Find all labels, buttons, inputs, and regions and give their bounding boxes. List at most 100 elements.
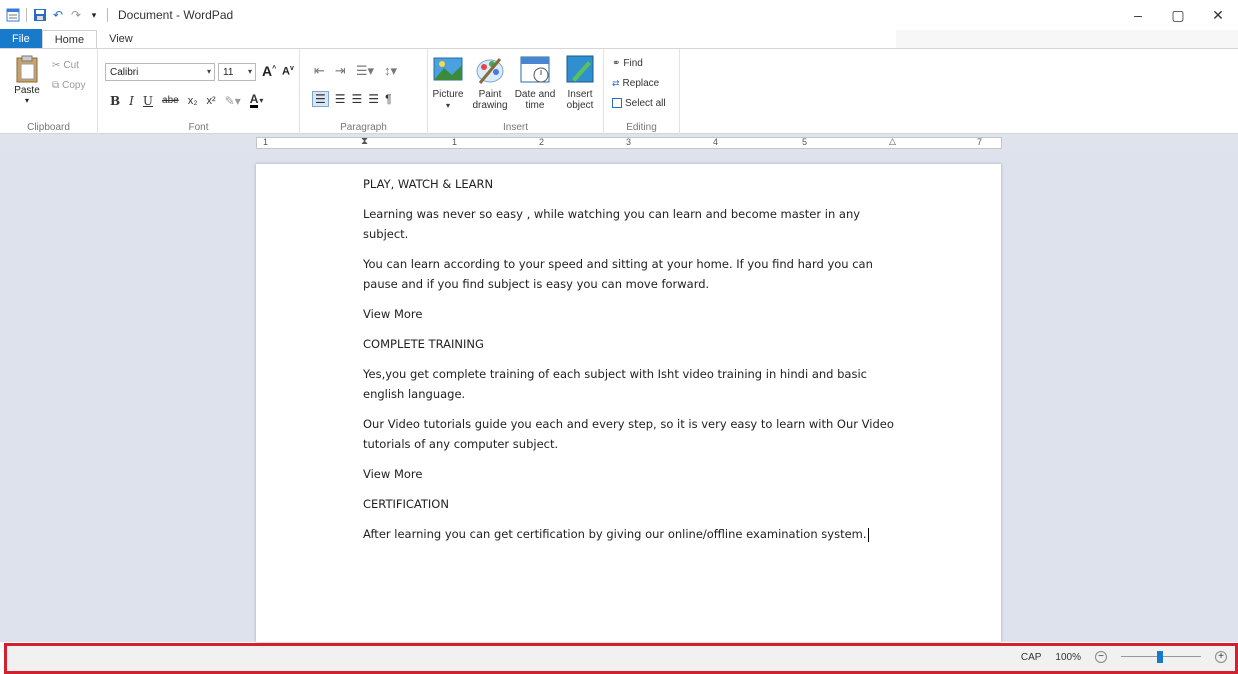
zoom-slider-thumb[interactable] xyxy=(1157,651,1163,663)
doc-last-paragraph: After learning you can get certification… xyxy=(363,524,903,544)
ruler-number: 5 xyxy=(802,137,808,147)
paragraph-row-1: ⇤ ⇥ ☰▾ ↕▾ xyxy=(314,63,397,79)
document-area: PLAY, WATCH & LEARN Learning was never s… xyxy=(0,152,1238,642)
find-button[interactable]: ⚭ Find xyxy=(612,55,643,71)
select-all-icon xyxy=(612,98,622,108)
zoom-out-button[interactable]: − xyxy=(1095,651,1107,663)
font-family-value: Calibri xyxy=(110,66,139,78)
paragraph-settings-icon[interactable]: ¶ xyxy=(385,92,391,106)
justify-icon[interactable]: ☰ xyxy=(368,92,379,106)
document-page[interactable]: PLAY, WATCH & LEARN Learning was never s… xyxy=(256,164,1001,642)
paste-dropdown-icon[interactable]: ▾ xyxy=(25,96,29,105)
decrease-indent-icon[interactable]: ⇤ xyxy=(314,63,325,79)
replace-button[interactable]: ⇄ Replace xyxy=(612,75,659,91)
align-center-icon[interactable]: ☰ xyxy=(335,92,346,106)
line-spacing-icon[interactable]: ↕▾ xyxy=(384,63,397,79)
font-group: Calibri ▾ 11 ▾ A^ Av B I U abe x₂ x² ✎▾ … xyxy=(98,49,300,135)
doc-paragraph: Our Video tutorials guide you each and e… xyxy=(363,417,894,451)
shrink-font-icon: A xyxy=(282,65,290,78)
doc-paragraph: PLAY, WATCH & LEARN xyxy=(363,177,494,191)
grow-font-button[interactable]: A^ xyxy=(262,63,276,79)
chevron-down-icon: ▾ xyxy=(445,101,450,110)
redo-icon[interactable]: ↷ xyxy=(69,8,83,22)
paragraph-group-label: Paragraph xyxy=(340,122,387,133)
text-color-icon[interactable]: A xyxy=(249,93,259,108)
app-icon[interactable] xyxy=(6,8,20,22)
insert-object-button[interactable]: Insert object xyxy=(560,53,600,111)
undo-icon[interactable]: ↶ xyxy=(51,8,65,22)
ribbon-tabs: File Home View xyxy=(0,29,145,48)
paint-drawing-label: Paint drawing xyxy=(472,89,508,111)
underline-button[interactable]: U xyxy=(143,94,153,108)
font-family-select[interactable]: Calibri ▾ xyxy=(105,63,215,81)
align-right-icon[interactable]: ☰ xyxy=(352,92,363,106)
strikethrough-button[interactable]: abe xyxy=(162,95,179,106)
qat-separator xyxy=(26,8,27,22)
select-all-button[interactable]: Select all xyxy=(612,95,666,111)
right-indent-marker-icon[interactable]: △ xyxy=(889,136,896,147)
shrink-font-button[interactable]: Av xyxy=(282,65,294,78)
font-size-value: 11 xyxy=(223,66,234,78)
increase-indent-icon[interactable]: ⇥ xyxy=(335,63,346,79)
copy-label: Copy xyxy=(62,79,86,91)
ruler-number: 7 xyxy=(977,137,983,147)
chevron-down-icon: ▾ xyxy=(206,67,211,76)
subscript-button[interactable]: x₂ xyxy=(188,95,198,107)
picture-button[interactable]: Picture ▾ xyxy=(432,53,464,111)
doc-paragraph-text: After learning you can get certification… xyxy=(363,527,867,541)
picture-label: Picture xyxy=(432,89,464,100)
tab-home[interactable]: Home xyxy=(41,30,98,48)
align-left-icon[interactable]: ☰ xyxy=(312,91,329,107)
ribbon: Paste ▾ ✂ Cut ⧉ Copy Clipboard Calibri ▾… xyxy=(0,48,1238,135)
paragraph-group: ⇤ ⇥ ☰▾ ↕▾ ☰ ☰ ☰ ☰ ¶ Paragraph xyxy=(300,49,428,135)
indent-marker-icon[interactable]: ⧗ xyxy=(361,136,368,147)
copy-button[interactable]: ⧉ Copy xyxy=(52,77,86,93)
font-group-label: Font xyxy=(188,122,209,133)
picture-icon xyxy=(433,57,463,81)
paste-button[interactable]: Paste ▾ xyxy=(14,55,40,105)
scissors-icon: ✂ xyxy=(52,59,61,71)
save-icon[interactable] xyxy=(33,8,47,22)
replace-label: Replace xyxy=(622,77,660,89)
doc-paragraph: You can learn according to your speed an… xyxy=(363,257,873,291)
status-bar: CAP 100% − + xyxy=(4,643,1238,674)
tab-file[interactable]: File xyxy=(0,29,42,48)
doc-paragraph: Yes,you get complete training of each su… xyxy=(363,367,867,401)
paragraph-row-2: ☰ ☰ ☰ ☰ ¶ xyxy=(312,91,392,107)
chevron-down-icon[interactable]: ▾ xyxy=(259,96,263,105)
cut-button[interactable]: ✂ Cut xyxy=(52,57,79,73)
document-content[interactable]: PLAY, WATCH & LEARN Learning was never s… xyxy=(363,174,903,554)
select-all-label: Select all xyxy=(625,97,666,109)
tab-view[interactable]: View xyxy=(97,30,145,48)
doc-paragraph: CERTIFICATION xyxy=(363,497,449,511)
restore-button[interactable]: ▢ xyxy=(1158,0,1198,30)
title-bar: ↶ ↷ ▾ Document - WordPad – ▢ ✕ xyxy=(0,0,1238,30)
insert-object-label: Insert object xyxy=(566,89,594,111)
ruler-number: 1 xyxy=(263,137,269,147)
bullets-icon[interactable]: ☰▾ xyxy=(356,63,374,79)
close-button[interactable]: ✕ xyxy=(1198,0,1238,30)
zoom-in-button[interactable]: + xyxy=(1215,651,1227,663)
date-time-label: Date and time xyxy=(514,89,556,111)
doc-paragraph: Learning was never so easy , while watch… xyxy=(363,207,861,241)
ruler-number: 2 xyxy=(539,137,545,147)
superscript-button[interactable]: x² xyxy=(207,95,216,107)
ruler-number: 1 xyxy=(452,137,458,147)
ruler-number: 3 xyxy=(626,137,632,147)
copy-icon: ⧉ xyxy=(52,79,60,91)
customize-qat-icon[interactable]: ▾ xyxy=(87,8,101,22)
font-size-select[interactable]: 11 ▾ xyxy=(218,63,256,81)
grow-font-icon: A xyxy=(262,63,273,79)
ruler[interactable]: 1 ⧗ 1 2 3 4 5 △ 7 xyxy=(256,136,1002,149)
paste-icon xyxy=(16,55,38,83)
highlight-color-icon[interactable]: ✎▾ xyxy=(225,94,241,108)
insert-group-label: Insert xyxy=(502,122,528,133)
paint-drawing-button[interactable]: Paint drawing xyxy=(470,53,510,111)
zoom-slider[interactable] xyxy=(1121,650,1201,664)
editing-group: ⚭ Find ⇄ Replace Select all Editing xyxy=(604,49,680,135)
ruler-number: 4 xyxy=(713,137,719,147)
date-time-button[interactable]: Date and time xyxy=(512,53,558,111)
italic-button[interactable]: I xyxy=(129,94,134,108)
minimize-button[interactable]: – xyxy=(1118,0,1158,30)
bold-button[interactable]: B xyxy=(110,94,120,108)
